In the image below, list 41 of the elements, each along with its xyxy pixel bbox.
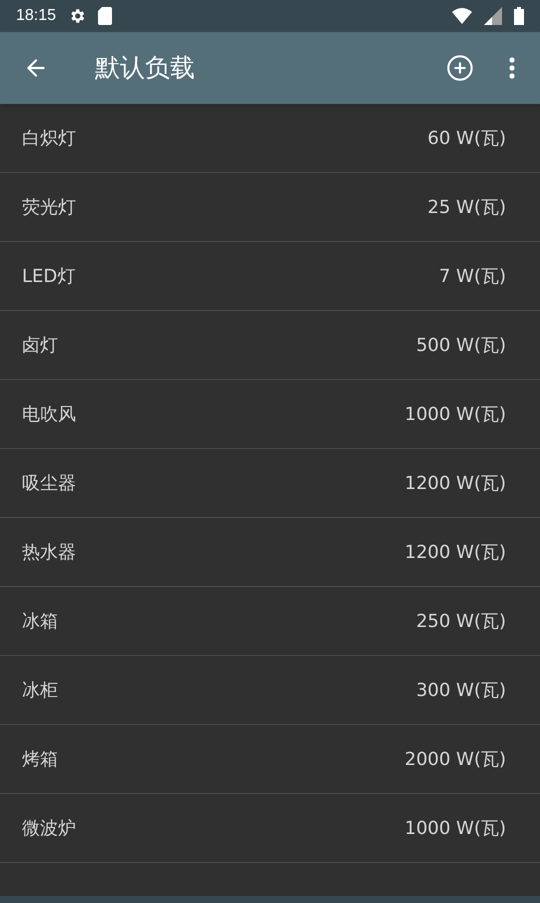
load-name: 微波炉 xyxy=(22,816,76,840)
load-power: 2000 W(瓦) xyxy=(404,748,506,772)
load-name: 卤灯 xyxy=(22,334,58,358)
load-list-item[interactable]: 卤灯 500 W(瓦) xyxy=(0,311,540,380)
load-list-item[interactable]: 白炽灯 60 W(瓦) xyxy=(0,104,540,173)
signal-icon xyxy=(484,7,502,25)
status-time: 18:15 xyxy=(16,6,56,26)
add-icon xyxy=(446,54,474,82)
load-power: 60 W(瓦) xyxy=(428,126,506,150)
load-list-item[interactable]: 电吹风 1000 W(瓦) xyxy=(0,380,540,449)
sd-card-icon xyxy=(98,7,112,25)
load-power: 300 W(瓦) xyxy=(416,678,506,702)
load-power: 1200 W(瓦) xyxy=(404,472,506,496)
load-name: 烤箱 xyxy=(22,748,58,772)
load-name: 热水器 xyxy=(22,540,76,564)
load-list-item[interactable]: 冰柜 300 W(瓦) xyxy=(0,656,540,725)
load-name: 吸尘器 xyxy=(22,472,76,496)
load-list-item[interactable]: 烤箱 2000 W(瓦) xyxy=(0,725,540,794)
load-name: 冰柜 xyxy=(22,678,58,702)
load-name: 电吹风 xyxy=(22,402,76,426)
load-list-item[interactable]: 吸尘器 1200 W(瓦) xyxy=(0,449,540,518)
load-power: 25 W(瓦) xyxy=(428,196,506,220)
load-power: 500 W(瓦) xyxy=(416,334,506,358)
load-name: 冰箱 xyxy=(22,610,58,634)
battery-icon xyxy=(514,7,524,25)
load-list-item[interactable]: 热水器 1200 W(瓦) xyxy=(0,518,540,587)
load-list-item[interactable]: 荧光灯 25 W(瓦) xyxy=(0,173,540,242)
load-power: 250 W(瓦) xyxy=(416,610,506,634)
load-list-item[interactable]: LED灯 7 W(瓦) xyxy=(0,242,540,311)
load-power: 1000 W(瓦) xyxy=(404,402,506,426)
load-name: LED灯 xyxy=(22,264,76,288)
more-options-icon xyxy=(509,57,515,79)
app-bar-title: 默认负载 xyxy=(95,52,196,84)
load-name: 白炽灯 xyxy=(22,126,76,150)
load-power: 7 W(瓦) xyxy=(438,264,506,288)
load-power: 1000 W(瓦) xyxy=(404,816,506,840)
load-power: 1200 W(瓦) xyxy=(404,540,506,564)
wifi-icon xyxy=(452,8,472,24)
load-name: 荧光灯 xyxy=(22,196,76,220)
load-list-item[interactable]: 微波炉 1000 W(瓦) xyxy=(0,794,540,863)
load-list-item[interactable]: 冰箱 250 W(瓦) xyxy=(0,587,540,656)
